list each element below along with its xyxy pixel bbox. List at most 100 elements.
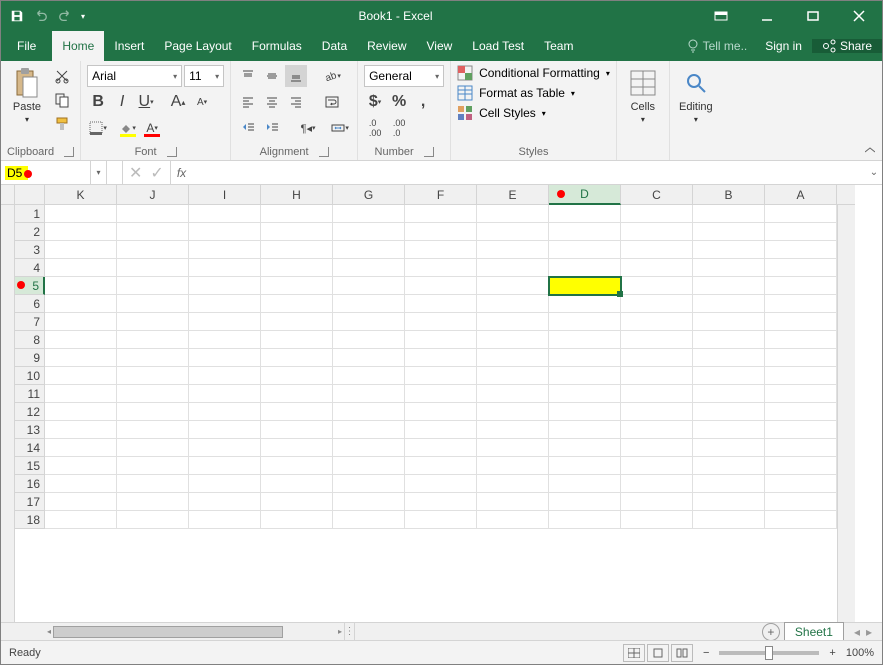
horizontal-scrollbar[interactable]: ◂ ▸ xyxy=(45,623,345,640)
conditional-formatting-button[interactable]: Conditional Formatting▾ xyxy=(457,65,610,81)
select-all-corner[interactable] xyxy=(15,185,45,205)
cell-F12[interactable] xyxy=(405,403,477,421)
cell-J3[interactable] xyxy=(117,241,189,259)
cell-C6[interactable] xyxy=(621,295,693,313)
increase-decimal-button[interactable]: .0.00 xyxy=(364,117,386,139)
cell-B9[interactable] xyxy=(693,349,765,367)
name-box[interactable]: D5 xyxy=(1,161,91,184)
align-middle-button[interactable] xyxy=(261,65,283,87)
column-header-J[interactable]: J xyxy=(117,185,189,205)
qat-customize-button[interactable]: ▾ xyxy=(77,4,89,28)
row-header-2[interactable]: 2 xyxy=(15,223,45,241)
cell-B5[interactable] xyxy=(693,277,765,295)
cell-A5[interactable] xyxy=(765,277,837,295)
cell-D5[interactable] xyxy=(549,277,621,295)
vertical-scrollbar[interactable] xyxy=(837,205,855,622)
cell-I12[interactable] xyxy=(189,403,261,421)
cell-F15[interactable] xyxy=(405,457,477,475)
cell-K6[interactable] xyxy=(45,295,117,313)
cell-G14[interactable] xyxy=(333,439,405,457)
cell-K2[interactable] xyxy=(45,223,117,241)
cell-A7[interactable] xyxy=(765,313,837,331)
zoom-in-button[interactable]: + xyxy=(829,647,835,659)
cell-G16[interactable] xyxy=(333,475,405,493)
cell-C15[interactable] xyxy=(621,457,693,475)
tab-load-test[interactable]: Load Test xyxy=(462,31,534,61)
fx-label[interactable]: fx xyxy=(171,161,192,184)
cell-B11[interactable] xyxy=(693,385,765,403)
cell-I16[interactable] xyxy=(189,475,261,493)
cell-G12[interactable] xyxy=(333,403,405,421)
merge-button[interactable]: ▾ xyxy=(329,117,351,139)
row-header-4[interactable]: 4 xyxy=(15,259,45,277)
cell-A18[interactable] xyxy=(765,511,837,529)
tab-formulas[interactable]: Formulas xyxy=(242,31,312,61)
zoom-level[interactable]: 100% xyxy=(846,647,874,659)
cell-I7[interactable] xyxy=(189,313,261,331)
cell-A3[interactable] xyxy=(765,241,837,259)
cell-K17[interactable] xyxy=(45,493,117,511)
cell-F8[interactable] xyxy=(405,331,477,349)
cell-G9[interactable] xyxy=(333,349,405,367)
cell-D10[interactable] xyxy=(549,367,621,385)
collapse-ribbon-button[interactable] xyxy=(862,142,878,158)
cell-C4[interactable] xyxy=(621,259,693,277)
cell-J7[interactable] xyxy=(117,313,189,331)
cell-B12[interactable] xyxy=(693,403,765,421)
cell-J14[interactable] xyxy=(117,439,189,457)
new-sheet-button[interactable]: + xyxy=(762,623,780,641)
cell-K15[interactable] xyxy=(45,457,117,475)
cell-B14[interactable] xyxy=(693,439,765,457)
cell-E16[interactable] xyxy=(477,475,549,493)
save-button[interactable] xyxy=(5,4,29,28)
column-header-B[interactable]: B xyxy=(693,185,765,205)
row-header-11[interactable]: 11 xyxy=(15,385,45,403)
cell-J9[interactable] xyxy=(117,349,189,367)
cell-D4[interactable] xyxy=(549,259,621,277)
cell-J13[interactable] xyxy=(117,421,189,439)
cell-B2[interactable] xyxy=(693,223,765,241)
column-header-I[interactable]: I xyxy=(189,185,261,205)
cell-K14[interactable] xyxy=(45,439,117,457)
cell-C1[interactable] xyxy=(621,205,693,223)
cell-A8[interactable] xyxy=(765,331,837,349)
decrease-font-button[interactable]: A▾ xyxy=(191,91,213,113)
cell-H18[interactable] xyxy=(261,511,333,529)
cell-E18[interactable] xyxy=(477,511,549,529)
cell-H1[interactable] xyxy=(261,205,333,223)
row-header-9[interactable]: 9 xyxy=(15,349,45,367)
cell-H13[interactable] xyxy=(261,421,333,439)
cell-G10[interactable] xyxy=(333,367,405,385)
decrease-decimal-button[interactable]: .00.0 xyxy=(388,117,410,139)
cell-J4[interactable] xyxy=(117,259,189,277)
row-header-8[interactable]: 8 xyxy=(15,331,45,349)
align-center-button[interactable] xyxy=(261,91,283,113)
cell-G3[interactable] xyxy=(333,241,405,259)
cell-F17[interactable] xyxy=(405,493,477,511)
ribbon-display-options[interactable] xyxy=(698,1,744,31)
column-header-D[interactable]: D xyxy=(549,185,621,205)
cell-D17[interactable] xyxy=(549,493,621,511)
cell-E9[interactable] xyxy=(477,349,549,367)
cell-K18[interactable] xyxy=(45,511,117,529)
cell-D18[interactable] xyxy=(549,511,621,529)
cell-A9[interactable] xyxy=(765,349,837,367)
cell-J5[interactable] xyxy=(117,277,189,295)
cell-A4[interactable] xyxy=(765,259,837,277)
cell-E7[interactable] xyxy=(477,313,549,331)
row-header-6[interactable]: 6 xyxy=(15,295,45,313)
clipboard-dialog-launcher[interactable] xyxy=(64,147,74,157)
cell-C2[interactable] xyxy=(621,223,693,241)
enter-formula-button[interactable]: ✓ xyxy=(150,163,163,183)
row-header-12[interactable]: 12 xyxy=(15,403,45,421)
cell-J18[interactable] xyxy=(117,511,189,529)
cell-I13[interactable] xyxy=(189,421,261,439)
cell-B1[interactable] xyxy=(693,205,765,223)
tab-file[interactable]: File xyxy=(1,31,52,61)
cell-D3[interactable] xyxy=(549,241,621,259)
cell-K1[interactable] xyxy=(45,205,117,223)
cell-J17[interactable] xyxy=(117,493,189,511)
cell-H10[interactable] xyxy=(261,367,333,385)
tab-view[interactable]: View xyxy=(417,31,463,61)
cell-E6[interactable] xyxy=(477,295,549,313)
